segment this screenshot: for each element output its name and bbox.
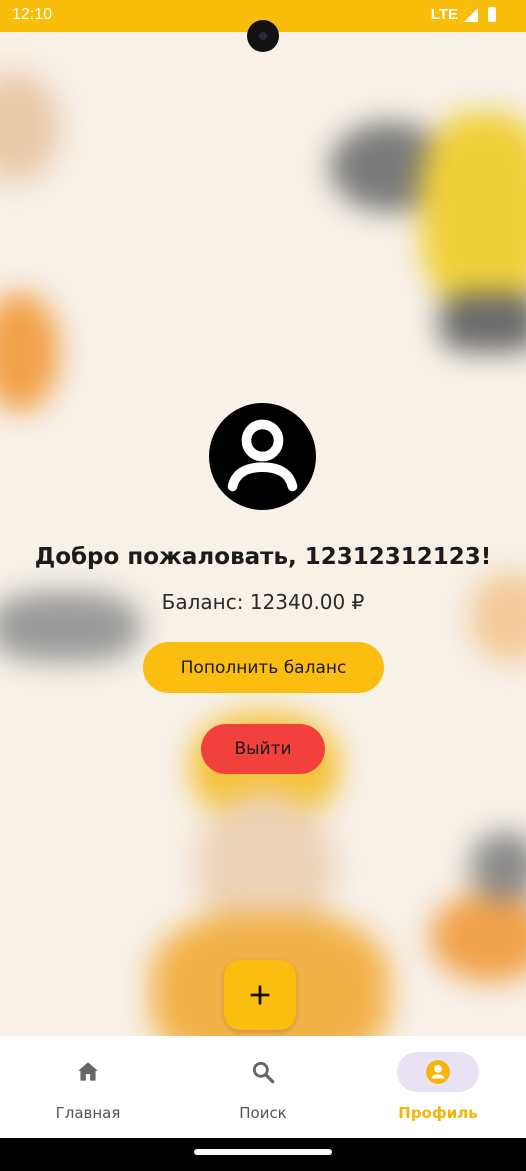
status-indicators: LTE (431, 6, 496, 23)
nav-label-profile: Профиль (398, 1104, 478, 1122)
nav-item-search[interactable]: Поиск (175, 1036, 351, 1138)
nav-home-icon-wrap (47, 1052, 129, 1092)
account-circle-icon (209, 403, 316, 510)
bottom-navigation: Главная Поиск Профиль (0, 1036, 526, 1138)
nav-profile-icon-wrap (397, 1052, 479, 1092)
add-fab-button[interactable] (224, 960, 296, 1030)
nav-item-home[interactable]: Главная (0, 1036, 176, 1138)
nav-search-icon-wrap (222, 1052, 304, 1092)
topup-balance-button[interactable]: Пополнить баланс (143, 642, 384, 693)
nav-item-profile[interactable]: Профиль (350, 1036, 526, 1138)
battery-icon (488, 7, 496, 22)
account-circle-icon (426, 1060, 450, 1084)
welcome-title: Добро пожаловать, 12312312123! (34, 544, 492, 570)
search-icon (252, 1061, 275, 1084)
home-icon (78, 1062, 98, 1081)
plus-icon (250, 985, 270, 1005)
signal-icon (464, 7, 478, 22)
profile-screen: 12:10 LTE Добро пожаловать, 12312312123!… (0, 0, 526, 1171)
nav-label-home: Главная (55, 1104, 121, 1122)
network-type: LTE (430, 6, 458, 23)
nav-label-search: Поиск (239, 1104, 287, 1122)
gesture-handle[interactable] (194, 1149, 332, 1155)
balance-text: Баланс: 12340.00 ₽ (161, 590, 365, 614)
background-illustration (0, 32, 526, 1072)
logout-button[interactable]: Выйти (201, 724, 325, 774)
status-time: 12:10 (12, 6, 53, 23)
camera-cutout (247, 20, 279, 52)
